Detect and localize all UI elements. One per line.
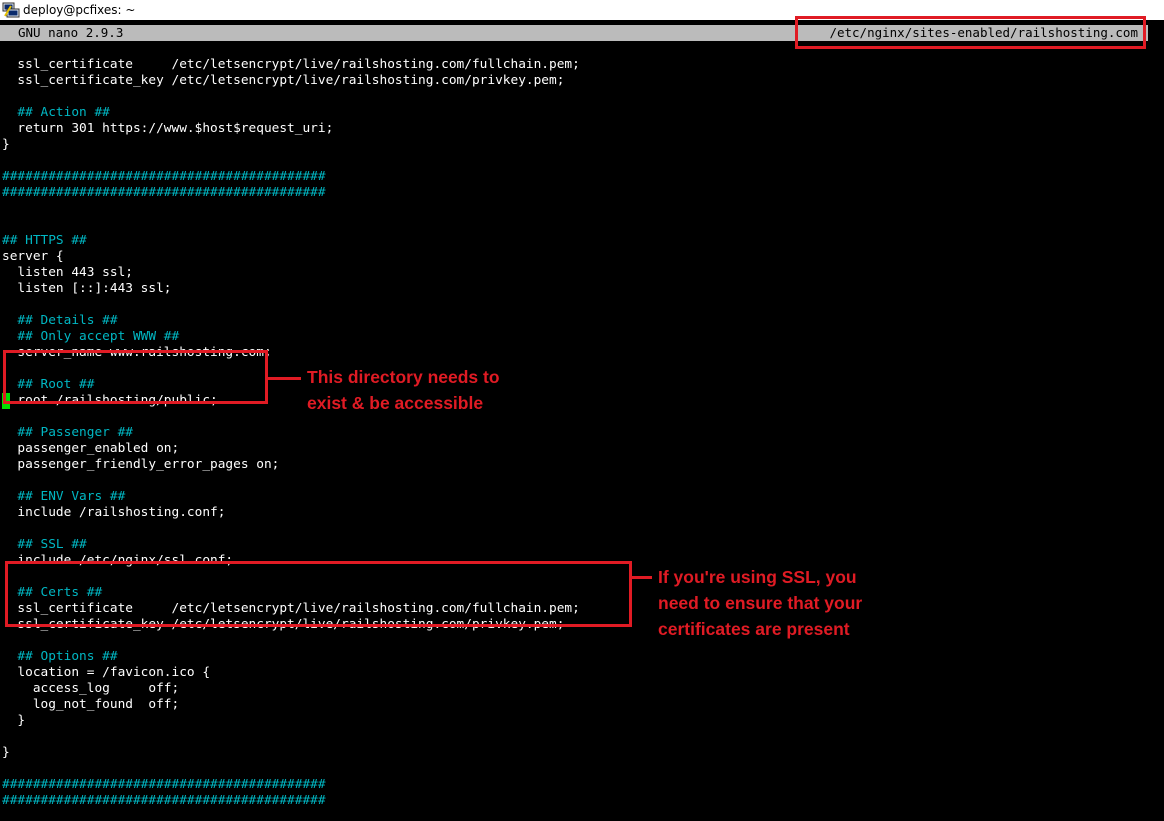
code-line: ## Passenger ## [2,425,133,440]
code-line: ## HTTPS ## [2,233,87,248]
code-line: access_log off; [2,681,180,696]
code-line: } [2,713,26,728]
window-title: deploy@pcfixes: ~ [23,3,136,17]
code-line: listen [::]:443 ssl; [2,281,172,296]
code-line: ssl_certificate /etc/letsencrypt/live/ra… [2,57,580,72]
putty-icon [2,2,20,18]
code-line: ########################################… [2,185,326,200]
code-line: ## ENV Vars ## [2,489,126,504]
code-line: ## Action ## [2,105,110,120]
code-line: return 301 https://www.$host$request_uri… [2,121,334,136]
certs-highlight-box [5,561,632,627]
code-line: ## SSL ## [2,537,87,552]
terminal-area[interactable]: GNU nano 2.9.3 /etc/nginx/sites-enabled/… [0,16,1164,821]
filename-highlight-box [795,16,1146,49]
code-line: include /railshosting.conf; [2,505,226,520]
certs-callout-line [632,576,652,579]
root-highlight-box [3,350,268,404]
code-line: passenger_friendly_error_pages on; [2,457,280,472]
code-line: ssl_certificate_key /etc/letsencrypt/liv… [2,73,565,88]
root-callout-line [268,377,301,380]
code-line: server { [2,249,64,264]
code-line: ########################################… [2,793,326,808]
code-line: ########################################… [2,777,326,792]
ssl-callout-text: If you're using SSL, you need to ensure … [658,567,863,639]
code-line: } [2,137,10,152]
code-line: ## Details ## [2,313,118,328]
code-line: } [2,745,10,760]
code-line: ## Options ## [2,649,118,664]
putty-window: deploy@pcfixes: ~ GNU nano 2.9.3 /etc/ng… [0,0,1164,821]
root-callout-text: This directory needs to exist & be acces… [307,367,500,413]
nano-version: GNU nano 2.9.3 [18,25,124,40]
code-line: log_not_found off; [2,697,180,712]
code-line: passenger_enabled on; [2,441,180,456]
code-line: listen 443 ssl; [2,265,133,280]
code-line: location = /favicon.ico { [2,665,211,680]
code-line: ########################################… [2,169,326,184]
code-line: ## Only accept WWW ## [2,329,180,344]
